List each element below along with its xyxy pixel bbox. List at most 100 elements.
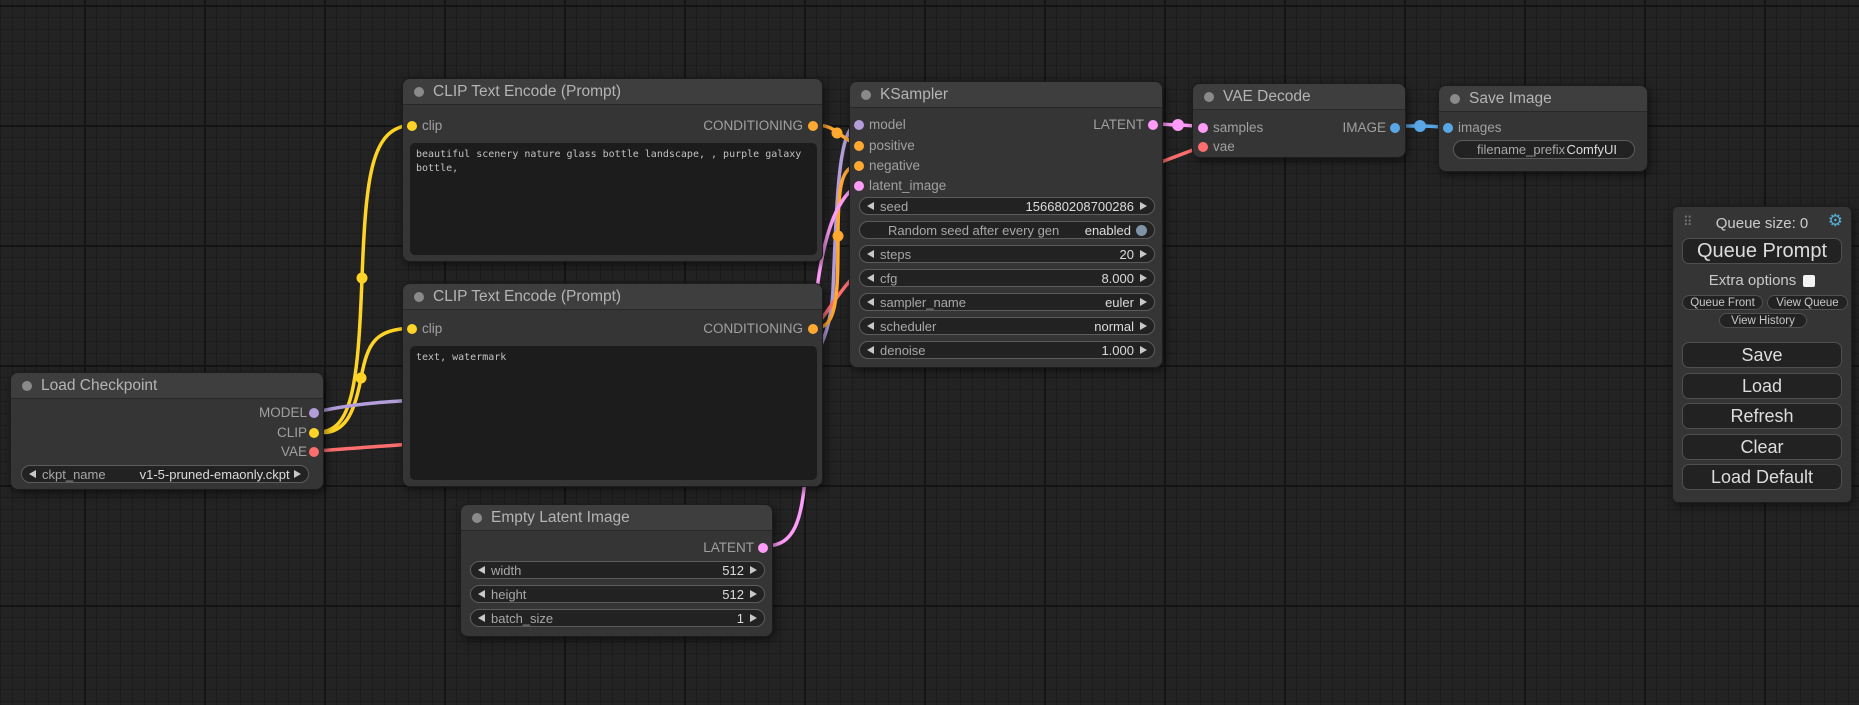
widget-name: denoise (880, 343, 926, 358)
widget-filename-prefix[interactable]: filename_prefix ComfyUI (1453, 140, 1635, 159)
prompt-textarea[interactable]: text, watermark (410, 346, 817, 480)
decrement-arrow-icon[interactable] (867, 322, 874, 330)
widget-seed[interactable]: seed 156680208700286 (859, 197, 1155, 215)
queue-prompt-button[interactable]: Queue Prompt (1682, 238, 1842, 264)
input-port-negative[interactable] (854, 161, 864, 171)
decrement-arrow-icon[interactable] (478, 614, 485, 622)
increment-arrow-icon[interactable] (1140, 346, 1147, 354)
decrement-arrow-icon[interactable] (867, 250, 874, 258)
increment-arrow-icon[interactable] (750, 566, 757, 574)
output-port-clip[interactable] (309, 428, 319, 438)
node-empty-latent-image[interactable]: Empty Latent Image LATENT width 512 heig… (460, 504, 773, 637)
refresh-button[interactable]: Refresh (1682, 403, 1842, 429)
widget-scheduler[interactable]: scheduler normal (859, 317, 1155, 335)
input-label-clip: clip (422, 118, 442, 134)
widget-value: 156680208700286 (1026, 199, 1134, 214)
reroute-dot-clip-1 (357, 273, 368, 284)
widget-steps[interactable]: steps 20 (859, 245, 1155, 263)
widget-width[interactable]: width 512 (470, 561, 765, 579)
increment-arrow-icon[interactable] (1140, 274, 1147, 282)
widget-sampler-name[interactable]: sampler_name euler (859, 293, 1155, 311)
settings-gear-icon[interactable]: ⚙ (1828, 211, 1843, 231)
increment-arrow-icon[interactable] (750, 590, 757, 598)
output-port-conditioning[interactable] (808, 121, 818, 131)
view-history-button[interactable]: View History (1719, 313, 1807, 328)
widget-value: 1.000 (1101, 343, 1134, 358)
input-port-clip[interactable] (407, 121, 417, 131)
load-button[interactable]: Load (1682, 373, 1842, 399)
widget-height[interactable]: height 512 (470, 585, 765, 603)
clear-button[interactable]: Clear (1682, 434, 1842, 460)
node-collapse-dot-icon[interactable] (472, 513, 482, 523)
node-clip-text-encode-positive[interactable]: CLIP Text Encode (Prompt) clip CONDITION… (402, 78, 823, 262)
node-collapse-dot-icon[interactable] (22, 381, 32, 391)
increment-arrow-icon[interactable] (1140, 298, 1147, 306)
increment-arrow-icon[interactable] (750, 614, 757, 622)
decrement-arrow-icon[interactable] (867, 274, 874, 282)
queue-front-button[interactable]: Queue Front (1682, 295, 1763, 310)
node-collapse-dot-icon[interactable] (1204, 92, 1214, 102)
input-port-vae[interactable] (1198, 142, 1208, 152)
toggle-dot-icon[interactable] (1136, 225, 1147, 236)
decrement-arrow-icon[interactable] (478, 566, 485, 574)
widget-cfg[interactable]: cfg 8.000 (859, 269, 1155, 287)
widget-value: 512 (722, 563, 744, 578)
node-collapse-dot-icon[interactable] (414, 292, 424, 302)
decrement-arrow-icon[interactable] (867, 202, 874, 210)
increment-arrow-icon[interactable] (1140, 250, 1147, 258)
output-port-latent[interactable] (1148, 120, 1158, 130)
widget-ckpt-name[interactable]: ckpt_name v1-5-pruned-emaonly.ckpt (21, 465, 309, 483)
output-label-conditioning: CONDITIONING (703, 321, 803, 337)
output-port-model[interactable] (309, 408, 319, 418)
node-title-bar[interactable]: Load Checkpoint (11, 373, 323, 399)
node-save-image[interactable]: Save Image images filename_prefix ComfyU… (1438, 85, 1648, 172)
input-port-clip[interactable] (407, 324, 417, 334)
increment-arrow-icon[interactable] (294, 470, 301, 478)
widget-name: cfg (880, 271, 897, 286)
decrement-arrow-icon[interactable] (478, 590, 485, 598)
output-port-vae[interactable] (309, 447, 319, 457)
input-port-latent-image[interactable] (854, 181, 864, 191)
node-clip-text-encode-negative[interactable]: CLIP Text Encode (Prompt) clip CONDITION… (402, 283, 823, 487)
node-title-bar[interactable]: Save Image (1439, 86, 1647, 112)
increment-arrow-icon[interactable] (1140, 322, 1147, 330)
node-collapse-dot-icon[interactable] (861, 90, 871, 100)
node-collapse-dot-icon[interactable] (414, 87, 424, 97)
widget-batch-size[interactable]: batch_size 1 (470, 609, 765, 627)
reroute-dot-image (1414, 120, 1426, 132)
widget-value: euler (1105, 295, 1134, 310)
output-port-latent[interactable] (758, 543, 768, 553)
decrement-arrow-icon[interactable] (867, 346, 874, 354)
node-title-bar[interactable]: CLIP Text Encode (Prompt) (403, 79, 822, 105)
node-vae-decode[interactable]: VAE Decode samples vae IMAGE (1192, 83, 1406, 158)
widget-value: 512 (722, 587, 744, 602)
increment-arrow-icon[interactable] (1140, 202, 1147, 210)
widget-random-seed-toggle[interactable]: Random seed after every gen enabled (859, 221, 1155, 239)
node-title-bar[interactable]: CLIP Text Encode (Prompt) (403, 284, 822, 310)
input-port-positive[interactable] (854, 141, 864, 151)
output-port-conditioning[interactable] (808, 324, 818, 334)
node-collapse-dot-icon[interactable] (1450, 94, 1460, 104)
input-port-samples[interactable] (1198, 123, 1208, 133)
prompt-textarea[interactable]: beautiful scenery nature glass bottle la… (410, 143, 817, 255)
graph-canvas[interactable]: Load Checkpoint MODEL CLIP VAE ckpt_name… (0, 0, 1859, 705)
output-port-image[interactable] (1390, 123, 1400, 133)
node-load-checkpoint[interactable]: Load Checkpoint MODEL CLIP VAE ckpt_name… (10, 372, 324, 490)
view-queue-button[interactable]: View Queue (1767, 295, 1848, 310)
input-port-images[interactable] (1443, 123, 1453, 133)
widget-value: v1-5-pruned-emaonly.ckpt (140, 467, 290, 482)
node-title-bar[interactable]: Empty Latent Image (461, 505, 772, 531)
extra-options-checkbox[interactable] (1803, 275, 1815, 287)
node-title: KSampler (880, 86, 948, 104)
save-button[interactable]: Save (1682, 342, 1842, 368)
node-title-bar[interactable]: KSampler (850, 82, 1162, 108)
output-label-latent: LATENT (1093, 117, 1144, 133)
decrement-arrow-icon[interactable] (867, 298, 874, 306)
load-default-button[interactable]: Load Default (1682, 464, 1842, 490)
widget-denoise[interactable]: denoise 1.000 (859, 341, 1155, 359)
node-title-bar[interactable]: VAE Decode (1193, 84, 1405, 110)
node-ksampler[interactable]: KSampler model positive negative latent_… (849, 81, 1163, 368)
decrement-arrow-icon[interactable] (29, 470, 36, 478)
widget-name: scheduler (880, 319, 936, 334)
input-port-model[interactable] (854, 120, 864, 130)
